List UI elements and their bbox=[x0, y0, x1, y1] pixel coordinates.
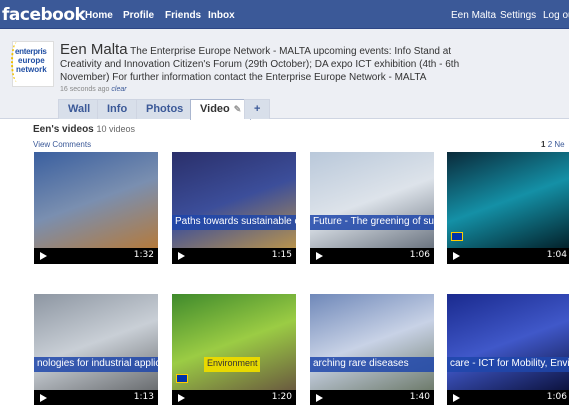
video-caption-6: Environment bbox=[204, 357, 260, 372]
video-caption-8: care - ICT for Mobility, Envir bbox=[447, 357, 569, 372]
video-thumbnail-1[interactable]: 1:32 bbox=[34, 152, 158, 264]
logo-line-1: enterpris bbox=[15, 47, 47, 56]
video-duration-4: 1:04 bbox=[546, 250, 567, 260]
tab-info[interactable]: Info bbox=[97, 99, 138, 119]
video-controls-6: 1:20 bbox=[172, 390, 296, 405]
video-caption-3: Future - The greening of sur bbox=[310, 215, 434, 230]
pencil-icon[interactable]: ✎ bbox=[234, 104, 242, 115]
profile-header: enterpris europe network Een Malta The E… bbox=[0, 29, 569, 120]
video-thumbnail-7[interactable]: arching rare diseases 1:40 bbox=[310, 294, 434, 405]
tab-wall[interactable]: Wall bbox=[58, 99, 101, 119]
eu-flag-icon bbox=[176, 374, 188, 383]
video-thumbnail-2[interactable]: Paths towards sustainable c 1:15 bbox=[172, 152, 296, 264]
video-frame-4 bbox=[447, 152, 569, 248]
play-icon[interactable] bbox=[40, 394, 47, 402]
video-duration-2: 1:15 bbox=[271, 250, 292, 260]
tab-video-label: Video bbox=[200, 103, 230, 115]
logo-line-3: network bbox=[16, 65, 47, 74]
video-controls-5: 1:13 bbox=[34, 390, 158, 405]
video-controls-4: 1:04 bbox=[447, 248, 569, 264]
play-icon[interactable] bbox=[178, 394, 185, 402]
view-comments-link[interactable]: View Comments bbox=[33, 140, 91, 149]
nav-friends[interactable]: Friends bbox=[165, 10, 201, 21]
top-navigation-bar: facebook Home Profile Friends Inbox Een … bbox=[0, 0, 569, 29]
nav-settings[interactable]: Settings bbox=[500, 10, 536, 21]
video-thumbnail-4[interactable]: 1:04 bbox=[447, 152, 569, 264]
video-caption-7: arching rare diseases bbox=[310, 357, 434, 372]
videos-title: Een's videos 10 videos bbox=[33, 124, 135, 135]
tab-photos-label: Photos bbox=[146, 103, 184, 115]
video-frame-1 bbox=[34, 152, 158, 248]
tab-photos[interactable]: Photos bbox=[136, 99, 194, 119]
play-icon[interactable] bbox=[453, 394, 460, 402]
tab-video[interactable]: Video ✎ bbox=[190, 99, 252, 120]
profile-name: Een Malta bbox=[60, 41, 128, 58]
nav-home[interactable]: Home bbox=[85, 10, 113, 21]
video-caption-2: Paths towards sustainable c bbox=[172, 215, 296, 230]
nav-user[interactable]: Een Malta bbox=[451, 10, 496, 21]
play-icon[interactable] bbox=[316, 252, 323, 260]
video-controls-8: 1:06 bbox=[447, 390, 569, 405]
tab-wall-label: Wall bbox=[68, 103, 91, 115]
video-frame-2 bbox=[172, 152, 296, 248]
video-duration-3: 1:06 bbox=[409, 250, 430, 260]
profile-picture[interactable]: enterpris europe network bbox=[11, 41, 54, 87]
clear-status-link[interactable]: clear bbox=[111, 86, 126, 93]
video-controls-7: 1:40 bbox=[310, 390, 434, 405]
play-icon[interactable] bbox=[178, 252, 185, 260]
page-2[interactable]: 2 bbox=[548, 140, 552, 149]
nav-profile[interactable]: Profile bbox=[123, 10, 154, 21]
page-1[interactable]: 1 bbox=[541, 140, 545, 149]
status-update: Een Malta The Enterprise Europe Network … bbox=[60, 41, 460, 84]
play-icon[interactable] bbox=[316, 394, 323, 402]
status-timestamp: 16 seconds ago bbox=[60, 86, 110, 93]
nav-inbox[interactable]: Inbox bbox=[208, 10, 235, 21]
plus-icon: + bbox=[254, 103, 261, 115]
tab-info-label: Info bbox=[107, 103, 128, 115]
video-duration-8: 1:06 bbox=[546, 392, 567, 402]
play-icon[interactable] bbox=[453, 252, 460, 260]
video-thumbnail-8[interactable]: care - ICT for Mobility, Envir 1:06 bbox=[447, 294, 569, 405]
video-controls-2: 1:15 bbox=[172, 248, 296, 264]
logo-line-2: europe bbox=[18, 56, 45, 65]
videos-count: 10 videos bbox=[96, 124, 136, 134]
video-controls-1: 1:32 bbox=[34, 248, 158, 264]
videos-title-text: Een's videos bbox=[33, 124, 94, 135]
video-frame-8 bbox=[447, 294, 569, 390]
video-thumbnail-3[interactable]: Future - The greening of sur 1:06 bbox=[310, 152, 434, 264]
play-icon[interactable] bbox=[40, 252, 47, 260]
video-frame-6 bbox=[172, 294, 296, 390]
video-controls-3: 1:06 bbox=[310, 248, 434, 264]
video-duration-1: 1:32 bbox=[133, 250, 154, 260]
video-duration-5: 1:13 bbox=[133, 392, 154, 402]
pagination: 1 2 Ne bbox=[541, 140, 565, 149]
video-duration-7: 1:40 bbox=[409, 392, 430, 402]
video-thumbnail-6[interactable]: Environment 1:20 bbox=[172, 294, 296, 405]
eu-flag-icon bbox=[451, 232, 463, 241]
status-time: 16 seconds ago clear bbox=[60, 86, 127, 93]
video-frame-5 bbox=[34, 294, 158, 390]
facebook-logo[interactable]: facebook bbox=[2, 5, 86, 25]
video-duration-6: 1:20 bbox=[271, 392, 292, 402]
tab-add[interactable]: + bbox=[244, 99, 271, 119]
video-thumbnail-5[interactable]: nologies for industrial applic 1:13 bbox=[34, 294, 158, 405]
video-frame-7 bbox=[310, 294, 434, 390]
page-next[interactable]: Ne bbox=[554, 140, 564, 149]
nav-logout[interactable]: Log out bbox=[543, 10, 569, 21]
video-frame-3 bbox=[310, 152, 434, 248]
video-caption-5: nologies for industrial applic bbox=[34, 357, 158, 372]
